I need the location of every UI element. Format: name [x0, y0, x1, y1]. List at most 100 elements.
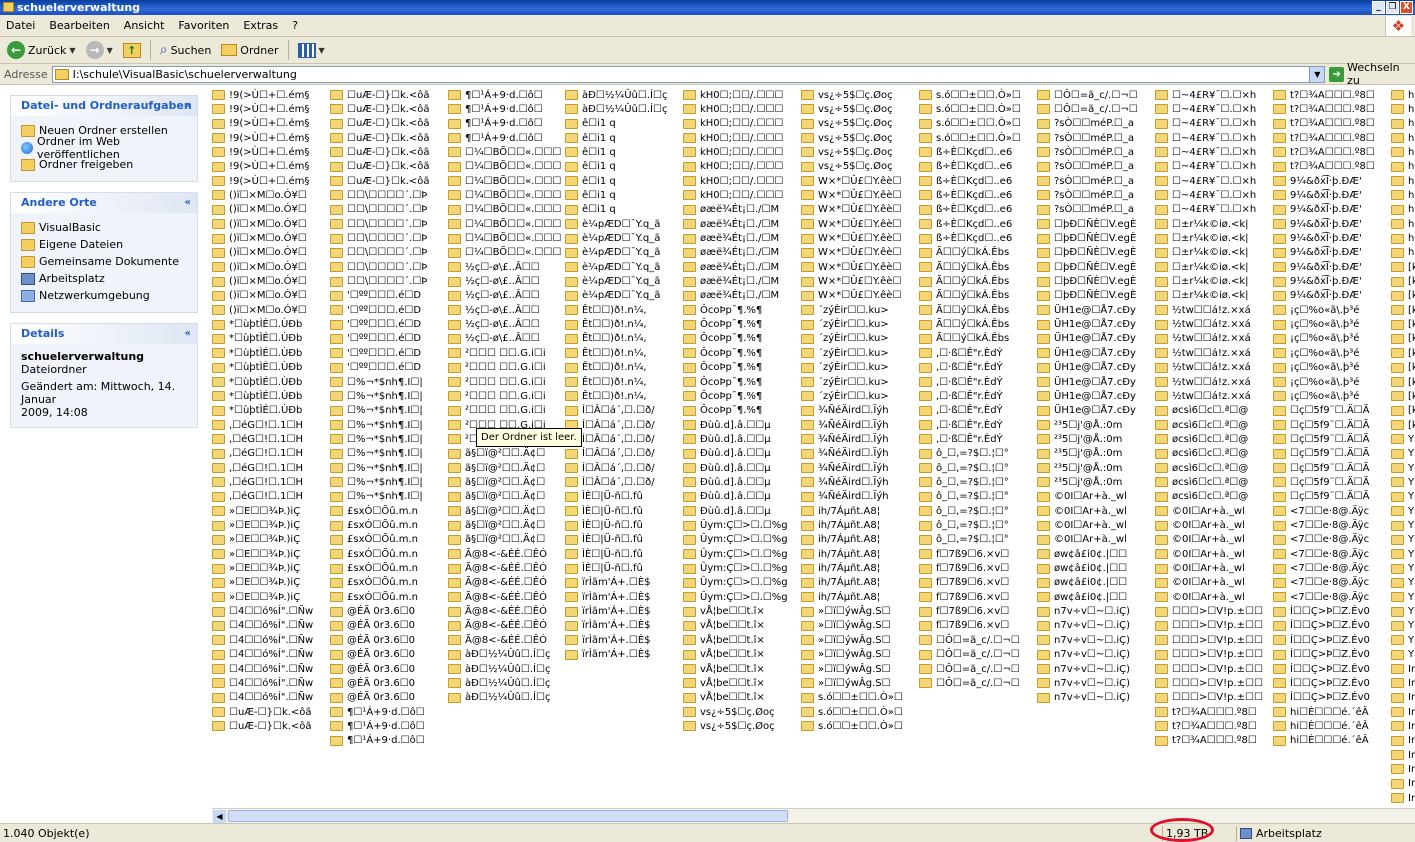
- menu-extras[interactable]: Extras: [243, 19, 278, 32]
- file-item[interactable]: n7v÷v☐~☐.iÇ): [1037, 605, 1130, 619]
- file-item[interactable]: Í☐☐Ç>Þ☐Z.Év0: [1273, 619, 1370, 633]
- file-item[interactable]: ´zýÈir☐☐.ku>: [801, 389, 889, 403]
- file-item[interactable]: ☐Ô☐=ã_c/.☐¬☐: [1037, 88, 1138, 102]
- file-item[interactable]: øæë¾Ét¡☐./☐M: [683, 246, 779, 260]
- file-item[interactable]: ☐±r¼k©iø.<k|: [1155, 232, 1249, 246]
- file-item[interactable]: Êt☐☐)ð!.n¼,: [565, 346, 647, 360]
- file-item[interactable]: øw¢â£i0¢.|☐☐: [1037, 547, 1127, 561]
- file-item[interactable]: 9¼&ðx͡Í·þ.ÐÆ': [1273, 232, 1362, 246]
- file-item[interactable]: f☐7ß9☐6.×v☐: [919, 590, 1009, 604]
- file-item[interactable]: ☐☐☐>☐V!p.±☐☐: [1155, 633, 1263, 647]
- file-item[interactable]: Êt☐☐)ð!.n¼,: [565, 389, 647, 403]
- file-item[interactable]: Í☐☐Ç>Þ☐Z.Év0: [1273, 633, 1370, 647]
- file-item[interactable]: hi: [1391, 145, 1415, 159]
- file-item[interactable]: »☐E☐☐¾Þ.)iÇ: [212, 576, 300, 590]
- file-item[interactable]: *☐ùþtÌÉ☐.ÙÐb: [212, 404, 302, 418]
- file-item[interactable]: ih/7Áµñt.A8¦: [801, 562, 880, 576]
- file-item[interactable]: *☐ùþtÌÉ☐.ÙÐb: [212, 361, 302, 375]
- scroll-thumb[interactable]: [228, 810, 788, 822]
- file-item[interactable]: »☐E☐☐¾Þ.)iÇ: [212, 519, 300, 533]
- file-item[interactable]: vs¿÷5$☐ç.Øoç: [683, 719, 775, 733]
- file-item[interactable]: W×*☐Û£☐Y.êè☐: [801, 174, 901, 188]
- file-item[interactable]: Ir: [1391, 777, 1415, 791]
- file-item[interactable]: t?☐¾A☐☐☐.º8☐: [1273, 88, 1375, 102]
- file-item[interactable]: ☐ç☐5f9¨☐.Ä☐Ã: [1273, 404, 1369, 418]
- file-item[interactable]: ê☐i1 q: [565, 160, 616, 174]
- file-item[interactable]: »☐ï☐ýwÂg.S☐: [801, 619, 891, 633]
- file-item[interactable]: ,☐·ß☐Ê"r.ÈdÝ: [919, 418, 1003, 432]
- file-item[interactable]: øcsì6☐c☐.ª☐@: [1155, 490, 1248, 504]
- file-item[interactable]: ☐uÆ-☐}☐k.<ôã: [330, 174, 430, 188]
- file-item[interactable]: ,☐éG☐!☐.1☐H: [212, 447, 303, 461]
- file-item[interactable]: £sxÓ☐Õû.m.n: [330, 562, 418, 576]
- file-item[interactable]: Ã@8<-&ÉÉ.☐ÊÓ: [448, 619, 547, 633]
- file-item[interactable]: øcsì6☐c☐.ª☐@: [1155, 418, 1248, 432]
- place-eigene-dateien[interactable]: Eigene Dateien: [21, 236, 187, 253]
- file-item[interactable]: Y: [1391, 562, 1414, 576]
- file-item[interactable]: ih/7Áµñt.A8¦: [801, 504, 880, 518]
- file-item[interactable]: t?☐¾A☐☐☐.º8☐: [1273, 102, 1375, 116]
- file-item[interactable]: ´zýÈir☐☐.ku>: [801, 318, 889, 332]
- file-item[interactable]: f☐7ß9☐6.×v☐: [919, 576, 1009, 590]
- file-item[interactable]: ☐Ô☐=ã_c/.☐¬☐: [919, 633, 1020, 647]
- file-item[interactable]: <7☐☐e·8@.Äÿc: [1273, 562, 1369, 576]
- file-item[interactable]: '☐ºº☐☐☐.é☐D: [330, 318, 421, 332]
- file-item[interactable]: t?☐¾A☐☐☐.º8☐: [1155, 734, 1257, 748]
- file-item[interactable]: ß÷È☐Kçd☐..e6: [919, 145, 1012, 159]
- file-item[interactable]: »☐ï☐ýwÂg.S☐: [801, 662, 891, 676]
- file-item[interactable]: øcsì6☐c☐.ª☐@: [1155, 432, 1248, 446]
- file-item[interactable]: <7☐☐e·8@.Äÿc: [1273, 533, 1369, 547]
- file-item[interactable]: Ûym:Ç☐>☐.☐%g: [683, 590, 788, 604]
- file-item[interactable]: ☐±r¼k©iø.<k|: [1155, 275, 1249, 289]
- file-item[interactable]: ih/7Áµñt.A8¦: [801, 533, 880, 547]
- file-item[interactable]: ©0I☐Ar+à._wl: [1037, 490, 1127, 504]
- file-item[interactable]: ?sÒ☐☐méP.☐_a: [1037, 160, 1134, 174]
- file-item[interactable]: ☐~4£R¥¯☐.☐×h: [1155, 145, 1256, 159]
- file-item[interactable]: ☐☐☐>☐V!p.±☐☐: [1155, 662, 1263, 676]
- file-item[interactable]: ☐þÐ☐ÑÈ☐V.egÈ: [1037, 289, 1136, 303]
- menu-favoriten[interactable]: Favoriten: [178, 19, 229, 32]
- file-item[interactable]: ¶☐¹Á+9·d.☐ô☐: [330, 719, 425, 733]
- file-item[interactable]: ß÷È☐Kçd☐..e6: [919, 217, 1012, 231]
- file-item[interactable]: ¶☐¹Á+9·d.☐ô☐: [330, 734, 425, 748]
- file-item[interactable]: ☐☐\☐☐☐☐´.☐Þ: [330, 275, 427, 289]
- file-item[interactable]: ïrÌãm'Á+.☐È$: [565, 619, 651, 633]
- file-item[interactable]: ô_☐,=?$☐.¦☐°: [919, 490, 1009, 504]
- file-item[interactable]: hi: [1391, 117, 1415, 131]
- file-item[interactable]: ²³5☐j'@Å.:0m: [1037, 418, 1122, 432]
- file-item[interactable]: ß÷È☐Kçd☐..e6: [919, 203, 1012, 217]
- file-item[interactable]: ?sÒ☐☐méP.☐_a: [1037, 188, 1134, 202]
- file-item[interactable]: ☐%¬*$nh¶.I☐|: [330, 389, 423, 403]
- file-item[interactable]: ?sÒ☐☐méP.☐_a: [1037, 131, 1134, 145]
- file-item[interactable]: hi: [1391, 102, 1415, 116]
- file-item[interactable]: kH0☐;☐☐/.☐☐☐: [683, 117, 783, 131]
- file-item[interactable]: [k: [1391, 260, 1415, 274]
- file-item[interactable]: ê☐i1 q: [565, 188, 616, 202]
- file-item[interactable]: ´zýÈir☐☐.ku>: [801, 303, 889, 317]
- file-item[interactable]: ☐ç☐5f9¨☐.Ä☐Ã: [1273, 418, 1369, 432]
- minimize-button[interactable]: _: [1372, 1, 1385, 14]
- file-item[interactable]: ☐4☐☐ó%Í".☐Ñw: [212, 648, 313, 662]
- folders-button[interactable]: Ordner: [218, 39, 281, 61]
- file-item[interactable]: àÐ☐½¼Ûû☐.Í☐ç: [448, 691, 550, 705]
- file-item[interactable]: ¾ÑéÄird☐.Ïýh: [801, 475, 889, 489]
- file-item[interactable]: f☐7ß9☐6.×v☐: [919, 619, 1009, 633]
- file-item[interactable]: ¡ç☐%o«ã\.þ³é: [1273, 361, 1359, 375]
- file-item[interactable]: *☐ùþtÌÉ☐.ÙÐb: [212, 346, 302, 360]
- file-item[interactable]: ©0I☐Ar+à._wl: [1037, 533, 1127, 547]
- file-item[interactable]: ïrÌãm'Á+.☐È$: [565, 648, 651, 662]
- file-item[interactable]: kH0☐;☐☐/.☐☐☐: [683, 145, 783, 159]
- file-item[interactable]: ÔcoÞp¯¶.%¶: [683, 375, 762, 389]
- collapse-icon[interactable]: «: [185, 324, 191, 344]
- file-item[interactable]: ïrÌãm'Á+.☐È$: [565, 576, 651, 590]
- file-item[interactable]: 9¼&ðx͡Í·þ.ÐÆ': [1273, 275, 1362, 289]
- file-item[interactable]: f☐7ß9☐6.×v☐: [919, 562, 1009, 576]
- file-item[interactable]: n7v÷v☐~☐.iÇ): [1037, 676, 1130, 690]
- file-item[interactable]: ,☐·ß☐Ê"r.ÈdÝ: [919, 432, 1003, 446]
- file-item[interactable]: ,☐éG☐!☐.1☐H: [212, 475, 303, 489]
- file-item[interactable]: vÅ¦be☐☐t.î×: [683, 662, 765, 676]
- close-button[interactable]: X: [1400, 1, 1413, 14]
- file-item[interactable]: ☐¼☐BÕ☐☐«.☐☐☐: [448, 246, 561, 260]
- file-item[interactable]: »☐E☐☐¾Þ.)iÇ: [212, 504, 300, 518]
- file-item[interactable]: øcsì6☐c☐.ª☐@: [1155, 461, 1248, 475]
